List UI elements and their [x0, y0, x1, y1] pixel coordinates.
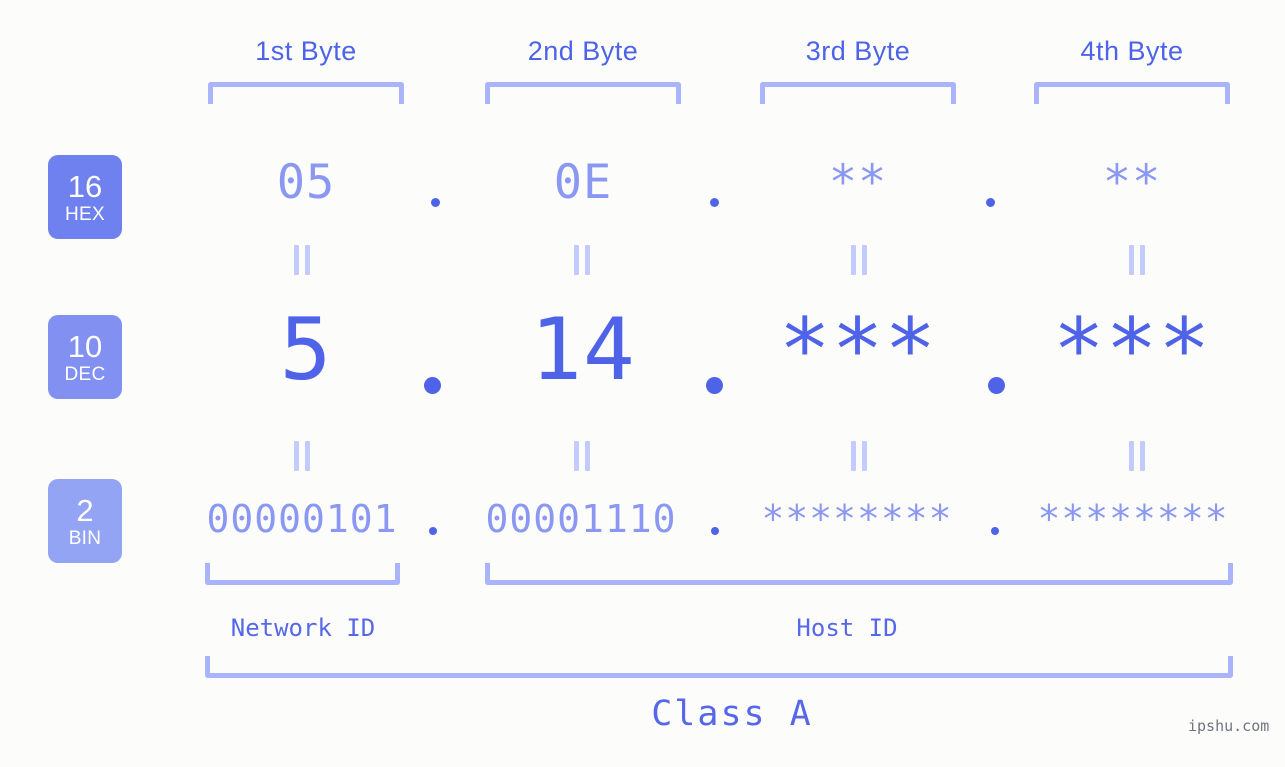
network-id-bracket — [205, 563, 400, 585]
hex-separator-dot-3 — [986, 198, 995, 207]
equality-mark-hex-dec-4 — [1126, 245, 1148, 275]
byte-bracket-3 — [760, 82, 956, 104]
hex-byte-2-value: 0E — [553, 155, 613, 210]
bin-byte-2-value: 00001110 — [485, 497, 677, 541]
bin-byte-3-value: ******** — [761, 497, 953, 541]
byte-header-4: 4th Byte — [1080, 36, 1184, 66]
equality-mark-dec-bin-1 — [291, 441, 313, 471]
base-badge-hex: 16 HEX — [48, 155, 122, 239]
watermark-text: ipshu.com — [1188, 717, 1270, 735]
hex-byte-3-value: ** — [828, 155, 888, 210]
class-label: Class A — [651, 694, 813, 734]
dec-byte-4-value: *** — [1052, 300, 1212, 400]
bin-separator-dot-2 — [711, 527, 719, 535]
byte-bracket-4 — [1034, 82, 1230, 104]
bin-separator-dot-1 — [429, 527, 437, 535]
equality-mark-dec-bin-2 — [571, 441, 593, 471]
equality-mark-dec-bin-3 — [848, 441, 870, 471]
base-badge-bin-number: 2 — [76, 492, 94, 528]
dec-byte-2-value: 14 — [530, 300, 636, 400]
class-bracket — [205, 656, 1233, 678]
equality-mark-hex-dec-1 — [291, 245, 313, 275]
dec-byte-1-value: 5 — [279, 300, 333, 400]
equality-mark-dec-bin-4 — [1126, 441, 1148, 471]
host-id-bracket — [485, 563, 1233, 585]
host-id-label: Host ID — [796, 614, 898, 642]
dec-separator-dot-2 — [706, 377, 723, 394]
base-badge-bin-name: BIN — [68, 527, 102, 549]
dec-byte-3-value: *** — [778, 300, 938, 400]
base-badge-bin: 2 BIN — [48, 479, 122, 563]
base-badge-dec-name: DEC — [64, 363, 106, 385]
dec-separator-dot-1 — [424, 377, 441, 394]
bin-separator-dot-3 — [991, 527, 999, 535]
byte-header-2: 2nd Byte — [527, 36, 639, 66]
byte-bracket-1 — [208, 82, 404, 104]
base-badge-hex-number: 16 — [67, 168, 103, 204]
byte-bracket-2 — [485, 82, 681, 104]
byte-header-3: 3rd Byte — [805, 36, 911, 66]
dec-separator-dot-3 — [988, 377, 1005, 394]
hex-byte-4-value: ** — [1102, 155, 1162, 210]
network-id-label: Network ID — [230, 614, 376, 642]
equality-mark-hex-dec-3 — [848, 245, 870, 275]
hex-separator-dot-2 — [710, 198, 719, 207]
equality-mark-hex-dec-2 — [571, 245, 593, 275]
base-badge-dec-number: 10 — [67, 328, 103, 364]
bin-byte-4-value: ******** — [1037, 497, 1229, 541]
byte-header-1: 1st Byte — [255, 36, 357, 66]
base-badge-dec: 10 DEC — [48, 315, 122, 399]
hex-separator-dot-1 — [431, 198, 440, 207]
ip-address-breakdown-diagram: 1st Byte 2nd Byte 3rd Byte 4th Byte 16 H… — [0, 0, 1285, 767]
base-badge-hex-name: HEX — [65, 203, 105, 225]
bin-byte-1-value: 00000101 — [206, 497, 398, 541]
hex-byte-1-value: 05 — [276, 155, 336, 210]
